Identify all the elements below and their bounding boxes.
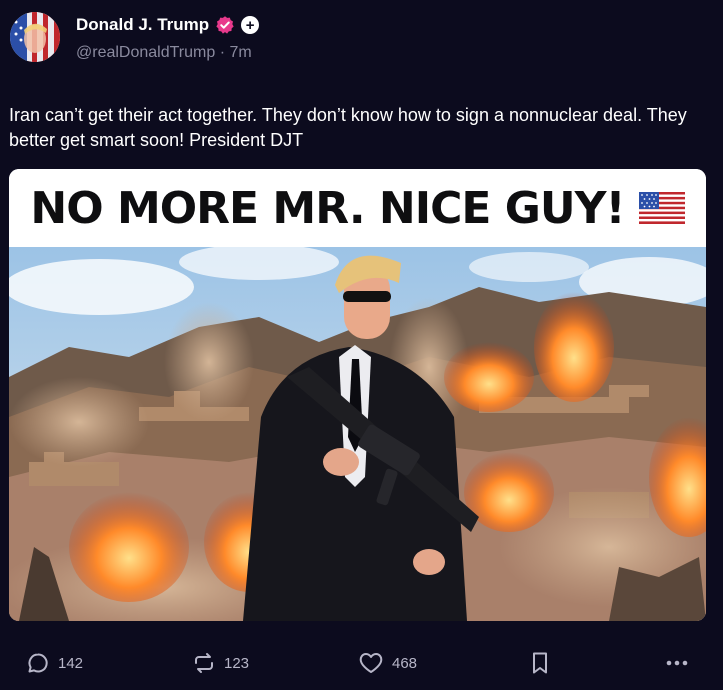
like-count: 468: [392, 654, 418, 672]
image-banner-text: NO MORE MR. NICE GUY!: [30, 182, 625, 234]
post-media-image[interactable]: NO MORE MR. NICE GUY!: [9, 169, 706, 621]
author-handle[interactable]: @realDonaldTrump: [76, 44, 215, 61]
meta-separator: ·: [219, 44, 226, 61]
repost-icon: [195, 653, 213, 673]
bookmark-button[interactable]: [530, 646, 550, 680]
post-text: Iran can’t get their act together. They …: [9, 105, 687, 150]
heart-icon: [359, 653, 383, 673]
reply-button[interactable]: 142: [26, 646, 83, 680]
author-meta: @realDonaldTrump · 7m: [76, 44, 252, 62]
post-actions-bar: 142 123 468: [0, 646, 723, 680]
reply-count: 142: [58, 654, 84, 672]
like-button[interactable]: 468: [358, 646, 417, 680]
more-icon: [666, 660, 688, 666]
author-display-name[interactable]: Donald J. Trump: [76, 15, 209, 35]
post-card: Donald J. Trump + @realDonaldTrump · 7m …: [0, 0, 723, 690]
comment-icon: [28, 653, 48, 673]
post-timestamp[interactable]: 7m: [230, 44, 252, 61]
avatar[interactable]: [10, 12, 60, 62]
repost-count: 123: [224, 654, 250, 672]
plus-badge: +: [241, 16, 260, 34]
bookmark-icon: [533, 652, 547, 674]
author-name-row: Donald J. Trump +: [76, 14, 260, 36]
image-scene: [9, 247, 706, 621]
repost-button[interactable]: 123: [192, 646, 249, 680]
battlefield-illustration: [9, 247, 706, 621]
us-flag-icon: [638, 192, 685, 224]
verified-badge-icon: [216, 16, 234, 34]
more-options-button[interactable]: [664, 646, 690, 680]
image-banner: NO MORE MR. NICE GUY!: [9, 169, 706, 247]
